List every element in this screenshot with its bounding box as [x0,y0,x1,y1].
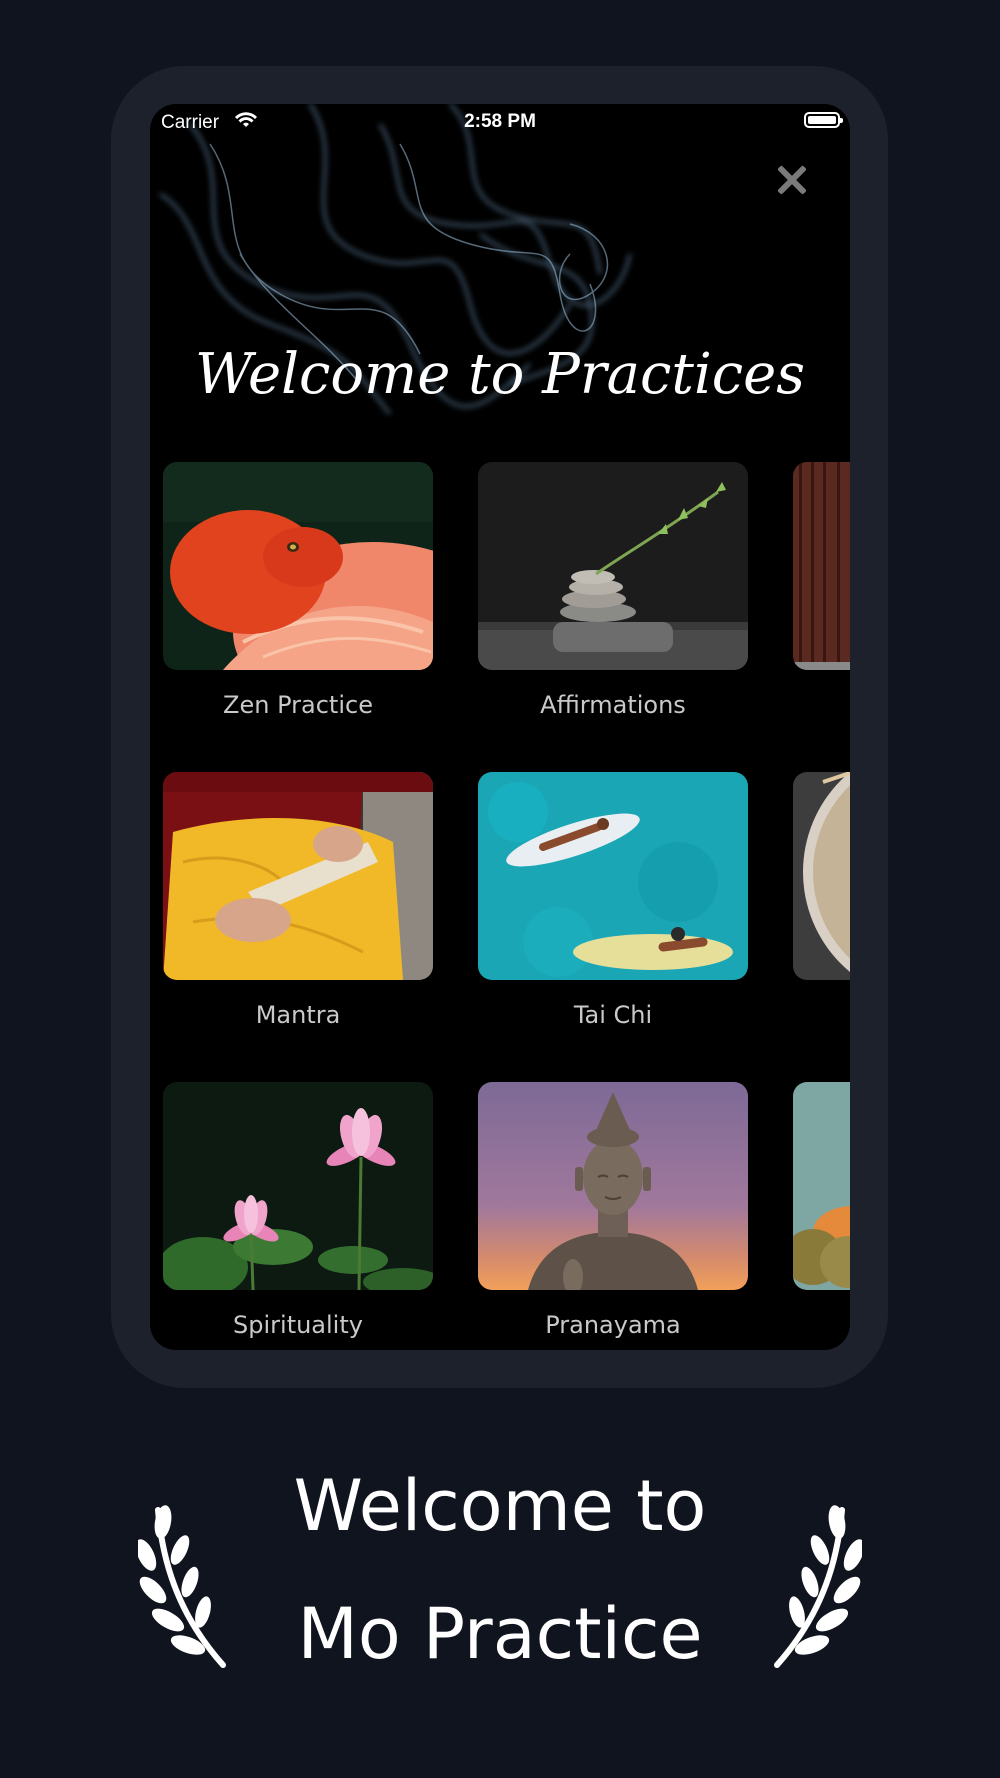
practice-card-pranayama[interactable]: Pranayama [478,1082,748,1339]
headline-line-1: Welcome to [293,1465,707,1547]
status-bar: Carrier 2:58 PM [150,104,850,140]
smoke-background [159,104,632,415]
app-screen: Carrier 2:58 PM Welcome to Practices Zen… [150,104,850,1350]
practice-label: Affirmations [540,691,686,719]
practice-image-monk [163,772,433,980]
battery-icon [804,112,843,128]
practice-label: Mantra [255,1001,341,1029]
practice-card-partial-2[interactable] [793,772,850,980]
practice-image-stones [478,462,748,670]
status-time: 2:58 PM [464,111,536,132]
practice-card-zen[interactable]: Zen Practice [163,462,433,719]
practice-image-bowl [793,772,850,980]
practice-image-wood [793,462,850,670]
practice-image-flamingo [163,462,433,670]
screen-title: Welcome to Practices [194,342,806,407]
practice-label: Tai Chi [573,1001,653,1029]
practice-card-affirmations[interactable]: Affirmations [478,462,748,719]
practice-image-lotus [163,1082,433,1290]
practice-image-surfboards [478,772,748,980]
practice-label: Zen Practice [223,691,373,719]
close-button[interactable] [767,155,817,205]
practice-card-tai-chi[interactable]: Tai Chi [478,772,748,1029]
practice-label: Spirituality [233,1311,363,1339]
practice-card-partial-3[interactable] [793,1082,850,1290]
practice-card-partial-1[interactable] [793,462,850,670]
headline-line-2: Mo Practice [297,1593,703,1675]
practice-image-buddha [478,1082,748,1290]
practice-image-singing-bowls [793,1082,850,1290]
practice-card-mantra[interactable]: Mantra [163,772,433,1029]
practice-card-spirituality[interactable]: Spirituality [163,1082,433,1339]
practice-label: Pranayama [545,1311,681,1339]
